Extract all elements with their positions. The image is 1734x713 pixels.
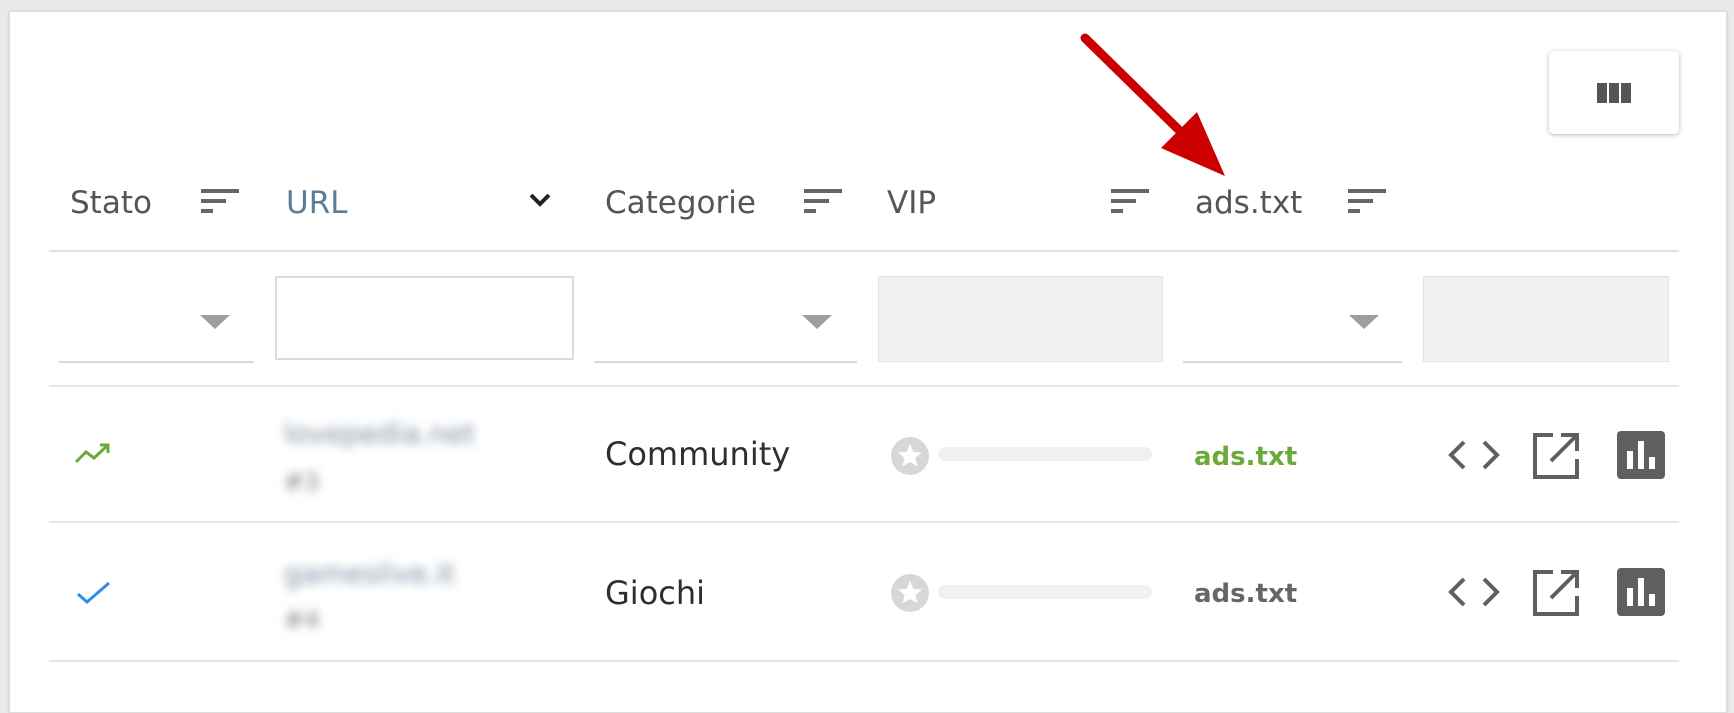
- adstxt-status[interactable]: ads.txt: [1194, 444, 1297, 470]
- view-column-icon: [1597, 82, 1631, 103]
- dropdown-arrow-icon: [1349, 315, 1379, 329]
- site-category: Giochi: [605, 574, 706, 612]
- trending-up-icon: [74, 443, 110, 464]
- bar-chart-icon[interactable]: [1617, 431, 1665, 479]
- columns-toggle-button[interactable]: [1549, 51, 1679, 134]
- site-category: Community: [605, 435, 791, 473]
- column-header-stato[interactable]: Stato: [70, 188, 152, 219]
- actions-filter-disabled: [1423, 276, 1669, 362]
- annotation-arrow: [1080, 33, 1225, 176]
- sort-icon[interactable]: [201, 187, 241, 217]
- dropdown-arrow-icon: [802, 315, 832, 329]
- column-header-vip[interactable]: VIP: [887, 188, 936, 219]
- site-id: #4: [284, 606, 320, 634]
- header-divider: [49, 250, 1679, 252]
- sort-icon[interactable]: [1348, 187, 1388, 217]
- chevron-down-icon[interactable]: [528, 191, 552, 209]
- vip-slider[interactable]: [938, 447, 1152, 461]
- column-header-url[interactable]: URL: [286, 188, 348, 219]
- bar-chart-icon[interactable]: [1617, 568, 1665, 616]
- column-header-adstxt[interactable]: ads.txt: [1195, 188, 1302, 219]
- site-url[interactable]: lovepedia.net: [284, 420, 475, 448]
- open-external-icon[interactable]: [1531, 431, 1581, 481]
- dropdown-arrow-icon: [200, 315, 230, 329]
- vip-filter-disabled: [878, 276, 1163, 362]
- site-url[interactable]: gameslive.it: [284, 560, 455, 588]
- column-header-categorie[interactable]: Categorie: [605, 188, 756, 219]
- site-id: #3: [284, 468, 320, 496]
- code-icon[interactable]: [1447, 437, 1501, 473]
- adstxt-status[interactable]: ads.txt: [1194, 581, 1297, 607]
- sort-icon[interactable]: [1111, 187, 1151, 217]
- categorie-filter-select[interactable]: [594, 285, 857, 363]
- star-icon[interactable]: [890, 436, 930, 476]
- row-divider: [49, 660, 1679, 662]
- code-icon[interactable]: [1447, 574, 1501, 610]
- check-icon: [77, 581, 110, 604]
- star-icon[interactable]: [890, 573, 930, 613]
- vip-slider[interactable]: [938, 585, 1152, 599]
- row-divider: [49, 521, 1679, 523]
- adstxt-filter-select[interactable]: [1183, 285, 1402, 363]
- url-filter-input[interactable]: [275, 276, 574, 360]
- open-external-icon[interactable]: [1531, 568, 1581, 618]
- filter-divider: [49, 385, 1679, 387]
- stato-filter-select[interactable]: [59, 285, 254, 363]
- sort-icon[interactable]: [804, 187, 844, 217]
